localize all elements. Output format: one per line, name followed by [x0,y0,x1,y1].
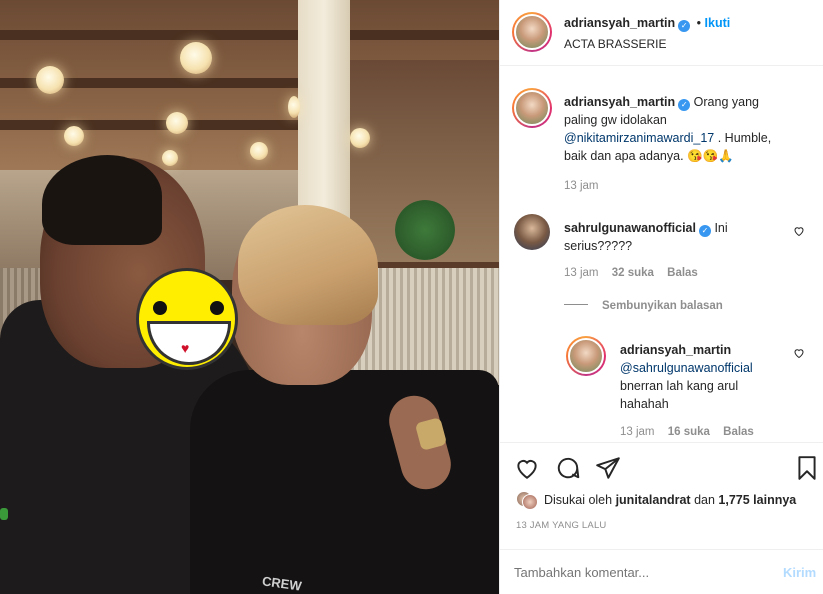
sticker-eye [210,301,224,315]
reply-text: bnerran lah kang arul hahahah [620,379,739,411]
comment: sahrulgunawanofficial ✓ Ini serius????? [564,219,784,255]
comment-meta: 13 jam 32 suka Balas [564,267,698,279]
caption-time[interactable]: 13 jam [564,180,599,192]
caption-author-username[interactable]: adriansyah_martin [564,95,675,109]
verified-badge-icon: ✓ [678,99,691,111]
reply-meta: 13 jam 16 suka Balas [620,426,754,438]
likes-mid: dan [694,493,715,507]
photo-lamp [166,112,188,134]
reply-author-avatar[interactable] [566,336,606,376]
caption: adriansyah_martin ✓ Orang yang paling gw … [564,93,794,165]
heart-icon[interactable] [514,455,540,481]
hide-replies-label: Sembunyikan balasan [602,300,723,312]
sticker-eye [153,301,167,315]
reply-reply-button[interactable]: Balas [723,426,754,438]
comment-reply-button[interactable]: Balas [667,267,698,279]
photo-lamp [162,150,178,166]
comment-time[interactable]: 13 jam [564,267,599,279]
post-actions: Disukai oleh junitalandrat dan 1,775 lai… [500,442,823,550]
caption-mention[interactable]: @nikitamirzanimawardi_17 [564,131,714,145]
likes-prefix: Disukai oleh [544,493,613,507]
photo-lamp [288,96,300,118]
hide-replies-toggle[interactable]: Sembunyikan balasan [564,300,723,312]
paper-plane-icon[interactable] [595,455,621,481]
liker-avatars[interactable] [516,490,538,510]
comment-like-heart-icon[interactable] [793,225,805,237]
comment-input[interactable] [514,562,754,582]
author-avatar[interactable] [512,12,552,52]
author-username[interactable]: adriansyah_martin [564,16,675,30]
separator-dot: • [696,16,702,30]
liker-avatar [522,494,538,510]
photo-person-hair [238,205,378,325]
photo-lamp [350,128,370,148]
commenter-username[interactable]: sahrulgunawanofficial [564,221,696,235]
reply: adriansyah_martin @sahrulgunawanofficial… [620,341,790,413]
sticker-heart: ♥ [181,340,190,356]
post-comment-button[interactable]: Kirim [783,565,816,580]
post-location[interactable]: ACTA BRASSERIE [564,37,666,51]
photo-lamp [36,66,64,94]
likes-summary: Disukai oleh junitalandrat dan 1,775 lai… [544,493,796,507]
photo-lamp [64,126,84,146]
reply-time[interactable]: 13 jam [620,426,655,438]
photo-shirt-logo [0,508,8,520]
photo-beam [0,30,499,40]
reply-mention[interactable]: @sahrulgunawanofficial [620,361,753,375]
post-timestamp[interactable]: 13 JAM YANG LALU [516,520,607,531]
reply-like-heart-icon[interactable] [793,347,805,359]
smiley-face-sticker: ♥ [136,268,238,370]
verified-badge-icon: ✓ [678,20,691,32]
photo-lamp [250,142,268,160]
reply-likes[interactable]: 16 suka [668,426,710,438]
post-header-line: adriansyah_martin ✓ • Ikuti [564,16,730,32]
post-side-panel: adriansyah_martin ✓ • Ikuti ACTA BRASSERI… [499,0,823,594]
photo-person [190,370,499,594]
add-comment-bar: Kirim [500,549,823,594]
verified-badge-icon: ✓ [698,225,711,237]
follow-button[interactable]: Ikuti [705,16,731,30]
photo-lamp [180,42,212,74]
likes-count[interactable]: 1,775 lainnya [718,493,796,507]
comment-icon[interactable] [555,455,581,481]
liker-username[interactable]: junitalandrat [616,493,691,507]
commenter-avatar[interactable] [514,214,550,250]
post-header: adriansyah_martin ✓ • Ikuti ACTA BRASSERI… [500,0,823,66]
bookmark-icon[interactable] [794,455,820,481]
photo-plant [395,200,455,260]
reply-author-username[interactable]: adriansyah_martin [620,343,731,357]
caption-author-avatar[interactable] [512,88,552,128]
post-photo[interactable]: CREW ♥ [0,0,499,594]
comment-likes[interactable]: 32 suka [612,267,654,279]
divider-line [564,304,588,305]
